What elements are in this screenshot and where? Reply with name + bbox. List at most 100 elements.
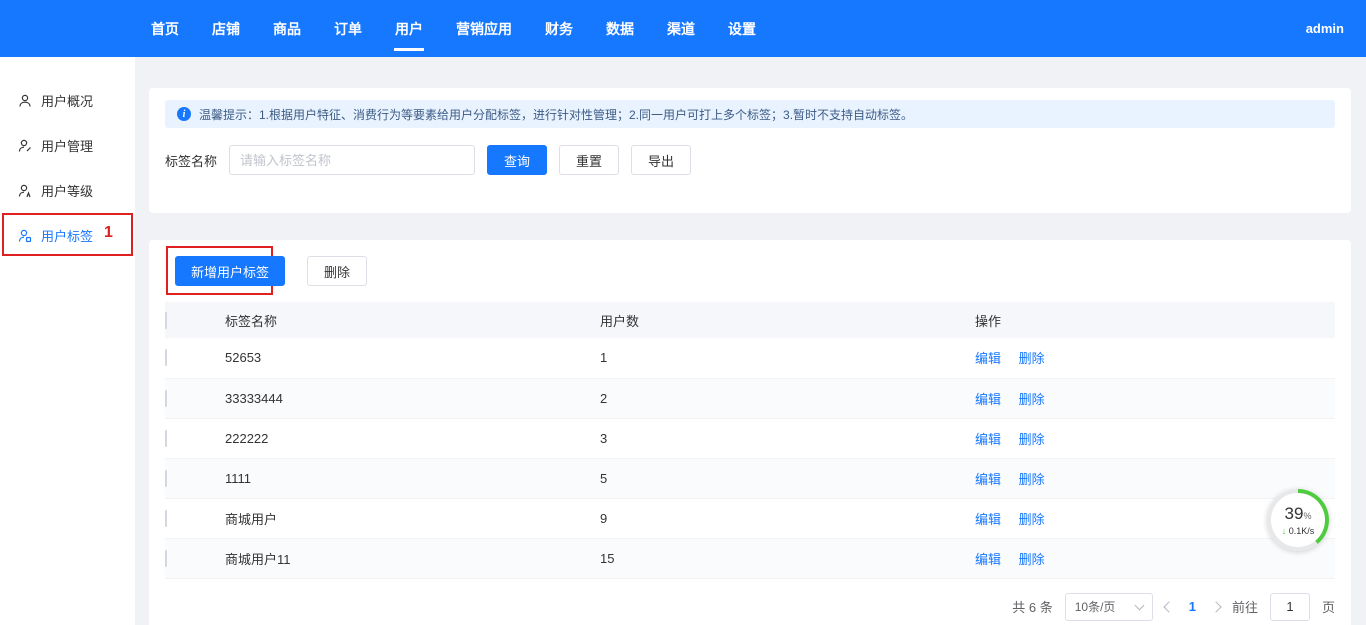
sidebar-item-user-management[interactable]: 用户管理 (0, 123, 135, 168)
page-size-select[interactable]: 10条/页 (1064, 592, 1153, 621)
tag-name: 商城用户11 (225, 551, 291, 567)
table-row: 商城用户11 15 编辑 删除 (165, 538, 1335, 578)
table-header-row: 标签名称 用户数 操作 (165, 302, 1335, 338)
next-page-icon[interactable] (1210, 600, 1222, 613)
row-checkbox[interactable] (165, 349, 167, 367)
column-header-count: 用户数 (600, 313, 640, 329)
info-icon: i (177, 107, 191, 121)
user-count: 15 (600, 550, 615, 566)
user-edit-icon (18, 139, 31, 152)
edit-link[interactable]: 编辑 (975, 392, 1001, 407)
table-row: 1111 5 编辑 删除 (165, 458, 1335, 498)
search-row: 标签名称 查询 重置 导出 (165, 145, 1335, 175)
tag-name-input[interactable] (229, 145, 476, 175)
tag-name: 商城用户 (225, 511, 278, 527)
edit-link[interactable]: 编辑 (975, 512, 1001, 527)
user-tags-table: 标签名称 用户数 操作 52653 1 编辑 删除 33333444 2 编辑 … (165, 302, 1335, 579)
user-count: 1 (600, 350, 608, 366)
batch-delete-button[interactable]: 删除 (307, 256, 368, 286)
down-arrow-icon: ↓ (1281, 525, 1287, 536)
tag-name: 33333444 (225, 390, 283, 406)
user-count: 2 (600, 390, 608, 406)
notice-text: 温馨提示：1.根据用户特征、消费行为等要素给用户分配标签，进行针对性管理；2.同… (199, 107, 914, 122)
delete-link[interactable]: 删除 (1019, 392, 1045, 407)
add-user-tag-button[interactable]: 新增用户标签 (175, 256, 286, 286)
main-content: i 温馨提示：1.根据用户特征、消费行为等要素给用户分配标签，进行针对性管理；2… (135, 57, 1366, 625)
filter-card: i 温馨提示：1.根据用户特征、消费行为等要素给用户分配标签，进行针对性管理；2… (149, 88, 1351, 213)
column-header-actions: 操作 (975, 313, 1002, 329)
select-all-checkbox[interactable] (165, 311, 167, 329)
sidebar-item-user-overview[interactable]: 用户概况 (0, 78, 135, 123)
edit-link[interactable]: 编辑 (975, 432, 1001, 447)
sidebar-item-label: 用户等级 (41, 184, 94, 199)
top-header: 首页 店铺 商品 订单 用户 营销应用 财务 数据 渠道 设置 admin (0, 0, 1366, 57)
table-row: 33333444 2 编辑 删除 (165, 378, 1335, 418)
delete-link[interactable]: 删除 (1019, 472, 1045, 487)
delete-link[interactable]: 删除 (1019, 351, 1045, 366)
nav-item-orders[interactable]: 订单 (334, 0, 362, 59)
row-checkbox[interactable] (165, 549, 167, 567)
delete-link[interactable]: 删除 (1019, 552, 1045, 567)
search-label: 标签名称 (165, 153, 218, 169)
table-card: 新增用户标签 删除 标签名称 用户数 操作 52653 1 编辑 删除 3333… (149, 240, 1351, 625)
nav-item-finance[interactable]: 财务 (545, 0, 573, 59)
percent-value: 39% (1284, 503, 1312, 523)
chevron-down-icon (1134, 600, 1145, 610)
page-size-value: 10条/页 (1074, 600, 1116, 614)
total-count: 共 6 条 (1012, 600, 1053, 615)
edit-link[interactable]: 编辑 (975, 351, 1001, 366)
pagination: 共 6 条 10条/页 1 前往 页 (165, 592, 1335, 621)
sidebar: 用户概况 用户管理 用户等级 用户标签 (0, 57, 135, 625)
user-count: 5 (600, 470, 608, 486)
user-level-icon (18, 184, 31, 197)
page-number[interactable]: 1 (1185, 599, 1200, 614)
row-checkbox[interactable] (165, 469, 167, 487)
table-row: 52653 1 编辑 删除 (165, 338, 1335, 378)
user-icon (19, 94, 31, 107)
user-menu[interactable]: admin (1306, 0, 1344, 57)
top-nav: 首页 店铺 商品 订单 用户 营销应用 财务 数据 渠道 设置 (151, 0, 756, 59)
nav-item-channels[interactable]: 渠道 (667, 0, 695, 59)
sidebar-item-user-levels[interactable]: 用户等级 (0, 168, 135, 213)
edit-link[interactable]: 编辑 (975, 472, 1001, 487)
nav-item-settings[interactable]: 设置 (728, 0, 756, 59)
network-speed-inner: 39% ↓ 0.1K/s (1271, 493, 1325, 547)
nav-item-products[interactable]: 商品 (273, 0, 301, 59)
page-unit-label: 页 (1321, 600, 1335, 615)
export-button[interactable]: 导出 (631, 145, 692, 175)
goto-page-input[interactable] (1269, 592, 1310, 621)
nav-item-data[interactable]: 数据 (606, 0, 634, 59)
query-button[interactable]: 查询 (487, 145, 548, 175)
notice-banner: i 温馨提示：1.根据用户特征、消费行为等要素给用户分配标签，进行针对性管理；2… (165, 100, 1335, 128)
table-toolbar: 新增用户标签 删除 (175, 256, 1335, 286)
sidebar-item-label: 用户标签 (41, 229, 94, 244)
user-tag-icon (18, 229, 32, 242)
delete-link[interactable]: 删除 (1019, 512, 1045, 527)
user-count: 3 (600, 430, 608, 446)
goto-label: 前往 (1231, 600, 1258, 615)
prev-page-icon[interactable] (1163, 600, 1175, 613)
column-header-name: 标签名称 (225, 313, 278, 329)
row-checkbox[interactable] (165, 509, 167, 527)
delete-link[interactable]: 删除 (1019, 432, 1045, 447)
row-checkbox[interactable] (165, 429, 167, 447)
user-count: 9 (600, 510, 608, 526)
sidebar-item-user-tags[interactable]: 用户标签 (0, 213, 135, 258)
download-speed: ↓ 0.1K/s (1281, 525, 1315, 536)
page: 首页 店铺 商品 订单 用户 营销应用 财务 数据 渠道 设置 admin 用户… (0, 0, 1366, 625)
sidebar-item-label: 用户概况 (41, 94, 94, 109)
nav-item-users[interactable]: 用户 (395, 0, 423, 59)
sidebar-item-label: 用户管理 (41, 139, 94, 154)
nav-item-shop[interactable]: 店铺 (212, 0, 240, 59)
nav-item-marketing[interactable]: 营销应用 (456, 0, 512, 59)
table-row: 商城用户 9 编辑 删除 (165, 498, 1335, 538)
network-speed-widget[interactable]: 39% ↓ 0.1K/s (1267, 489, 1329, 551)
tag-name: 52653 (225, 350, 262, 366)
edit-link[interactable]: 编辑 (975, 552, 1001, 567)
row-checkbox[interactable] (165, 389, 167, 407)
tag-name: 1111 (225, 470, 252, 486)
table-row: 222222 3 编辑 删除 (165, 418, 1335, 458)
reset-button[interactable]: 重置 (559, 145, 620, 175)
nav-item-home[interactable]: 首页 (151, 0, 179, 59)
tag-name: 222222 (225, 430, 269, 446)
